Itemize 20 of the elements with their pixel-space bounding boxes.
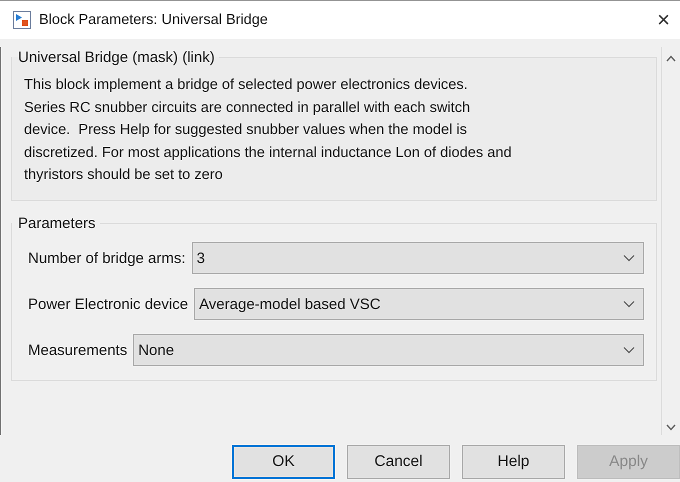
scroll-down-icon[interactable] (666, 424, 676, 431)
dropdown[interactable]: None (133, 334, 644, 366)
group-title: Parameters (17, 215, 97, 232)
chevron-down-icon (623, 346, 635, 354)
dropdown[interactable]: 3 (192, 242, 644, 274)
dialog-button[interactable]: Cancel (347, 445, 450, 479)
group-title: Universal Bridge (mask) (link) (17, 49, 216, 66)
scroll-up-icon[interactable] (666, 55, 676, 62)
field-label: Measurements (28, 342, 128, 358)
block-icon (13, 11, 31, 29)
dropdown[interactable]: Average-model based VSC (194, 288, 644, 320)
close-button[interactable]: × (657, 9, 670, 31)
chevron-down-icon (623, 254, 635, 262)
window-title: Block Parameters: Universal Bridge (39, 12, 269, 28)
dialog-button[interactable]: OK (232, 445, 335, 479)
field-label: Number of bridge arms: (28, 250, 186, 266)
chevron-down-icon (623, 300, 635, 308)
description-text: This block implement a bridge of selected power electronics devices. Series RC snubber circuits are connected in parallel with each switch device. Press Help for suggested snubber values when the model is discretized. For most applications the internal inductance Lon of diodes and thyristors should be set to zero (24, 76, 513, 185)
field-label: Power Electronic device (28, 296, 188, 312)
dialog-button[interactable]: Help (462, 445, 565, 479)
